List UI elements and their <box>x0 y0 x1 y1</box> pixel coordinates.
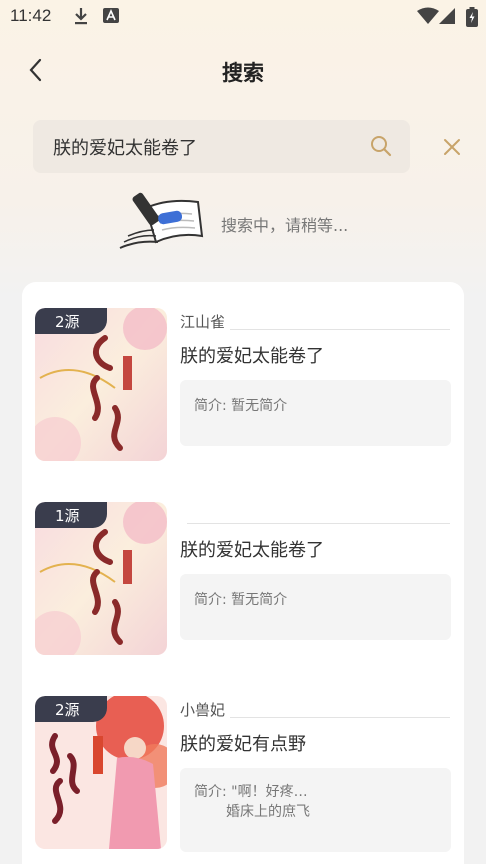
book-intro-text: 简介: 暂无简介 <box>194 398 288 414</box>
book-intro-text: 简介: "啊！好疼… <box>194 784 308 800</box>
source-count-badge: 1源 <box>35 502 107 528</box>
book-cover[interactable]: 2源 <box>35 696 167 849</box>
result-item[interactable]: 2源 小兽妃 朕的爱妃有点野 简介: "啊！好疼… 婚床上的庶飞 <box>22 696 464 856</box>
book-cover[interactable]: 2源 <box>35 308 167 461</box>
book-intro-text-line2: 婚床上的庶飞 <box>226 804 310 820</box>
book-intro-text: 简介: 暂无简介 <box>194 592 288 608</box>
searching-status-text: 搜索中，请稍等... <box>221 216 349 235</box>
book-cover[interactable]: 1源 <box>35 502 167 655</box>
book-title[interactable]: 朕的爱妃太能卷了 <box>180 342 324 368</box>
book-title[interactable]: 朕的爱妃有点野 <box>180 730 306 756</box>
result-item[interactable]: 2源 江山雀 朕的爱妃太能卷了 简介: 暂无简介 <box>22 308 464 468</box>
battery-icon <box>466 7 478 31</box>
close-icon <box>444 139 460 155</box>
divider <box>187 523 450 524</box>
book-intro: 简介: 暂无简介 <box>180 574 451 640</box>
book-intro: 简介: 暂无简介 <box>180 380 451 446</box>
search-input[interactable] <box>53 120 353 173</box>
divider <box>230 717 450 718</box>
close-button[interactable] <box>440 136 464 158</box>
app-notification-icon <box>103 7 119 28</box>
signal-icon <box>438 7 456 29</box>
source-count-badge: 2源 <box>35 308 107 334</box>
divider <box>230 329 450 330</box>
wifi-icon <box>417 7 439 29</box>
results-list: 2源 江山雀 朕的爱妃太能卷了 简介: 暂无简介 1源 朕的爱妃太能卷了 简介:… <box>22 282 464 864</box>
book-title[interactable]: 朕的爱妃太能卷了 <box>180 536 324 562</box>
searching-illustration <box>118 190 208 258</box>
download-icon <box>73 7 89 29</box>
status-bar: 11:42 <box>0 0 486 34</box>
page-title: 搜索 <box>222 61 264 85</box>
book-author: 小兽妃 <box>180 701 226 719</box>
book-author: 江山雀 <box>180 313 226 331</box>
status-time: 11:42 <box>10 6 52 25</box>
book-intro: 简介: "啊！好疼… 婚床上的庶飞 <box>180 768 451 852</box>
search-box[interactable] <box>33 120 410 173</box>
result-item[interactable]: 1源 朕的爱妃太能卷了 简介: 暂无简介 <box>22 502 464 662</box>
search-icon[interactable] <box>370 135 392 161</box>
source-count-badge: 2源 <box>35 696 107 722</box>
